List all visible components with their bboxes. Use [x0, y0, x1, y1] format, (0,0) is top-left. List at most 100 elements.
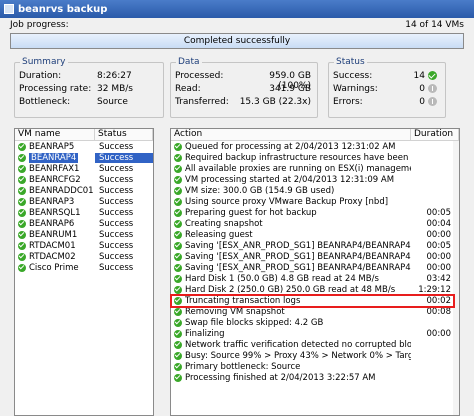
job-progress-label: Job progress:: [10, 20, 69, 30]
activity-duration: 00:05: [426, 207, 452, 218]
vm-list-item[interactable]: BEANRCFG2 Success: [15, 174, 153, 185]
activity-row[interactable]: Saving '[ESX_ANR_PROD_SG1] BEANRAP4/BEAN…: [171, 251, 459, 262]
vm-list-item[interactable]: BEANRFAX1 Success: [15, 163, 153, 174]
activity-text: All available proxies are running on ESX…: [185, 163, 411, 174]
activity-row[interactable]: Saving '[ESX_ANR_PROD_SG1] BEANRAP4/BEAN…: [171, 262, 459, 273]
column-header-action[interactable]: Action: [171, 129, 411, 140]
activity-row[interactable]: Finalizing 00:00: [171, 328, 459, 339]
vm-status: Success: [99, 141, 134, 152]
success-check-icon: [174, 142, 182, 151]
vm-list-item[interactable]: RTDACM01 Success: [15, 240, 153, 251]
vm-name-cell: BEANRFAX1: [15, 164, 95, 174]
activity-text-cell: VM processing started at 2/04/2013 12:31…: [171, 175, 411, 185]
vm-list-item[interactable]: BEANRUM1 Success: [15, 229, 153, 240]
activity-row[interactable]: Required backup infrastructure resources…: [171, 152, 459, 163]
activity-text-cell: Queued for processing at 2/04/2013 12:31…: [171, 142, 411, 152]
highlight-annotation: [170, 294, 455, 308]
activity-duration: 00:00: [426, 229, 452, 240]
activity-text-cell: Saving '[ESX_ANR_PROD_SG1] BEANRAP4/BEAN…: [171, 252, 411, 262]
success-check-icon: [18, 186, 26, 195]
success-check-icon: [18, 164, 26, 173]
activity-row[interactable]: Busy: Source 99% > Proxy 43% > Network 0…: [171, 350, 459, 361]
activity-text: Saving '[ESX_ANR_PROD_SG1] BEANRAP4/BEAN…: [185, 251, 411, 262]
success-check-icon: [18, 263, 26, 272]
summary-row-bottleneck: Bottleneck: Source: [19, 97, 159, 108]
activity-text: Creating snapshot: [185, 218, 263, 229]
activity-duration: 03:42: [426, 273, 452, 284]
vm-name: BEANRSQL1: [29, 207, 81, 218]
summary-key: Duration:: [19, 71, 62, 81]
data-value: 15.3 GB (22.3x): [239, 97, 311, 107]
vm-name-cell: Cisco Prime: [15, 263, 95, 273]
vm-name-cell: BEANRCFG2: [15, 175, 95, 185]
success-check-icon: [174, 362, 182, 371]
activity-text: Removing VM snapshot: [185, 306, 285, 317]
vm-name-cell: BEANRUM1: [15, 230, 95, 240]
activity-row[interactable]: All available proxies are running on ESX…: [171, 163, 459, 174]
column-header-duration[interactable]: Duration: [411, 129, 459, 140]
activity-panel[interactable]: Action Duration Queued for processing at…: [170, 128, 460, 416]
vm-list-item[interactable]: BEANRAP4 Success: [15, 152, 153, 163]
vm-name-cell: BEANRAP3: [15, 197, 95, 207]
vm-status: Success: [99, 196, 134, 207]
success-check-icon: [174, 329, 182, 338]
activity-row[interactable]: Creating snapshot 00:04: [171, 218, 459, 229]
vm-list-item[interactable]: BEANRADDC01 Success: [15, 185, 153, 196]
summary-row-duration: Duration: 8:26:27: [19, 71, 159, 82]
summary-group: Summary Duration: 8:26:27 Processing rat…: [14, 57, 164, 118]
column-header-status[interactable]: Status: [95, 129, 153, 140]
activity-text: VM size: 300.0 GB (154.9 GB used): [185, 185, 335, 196]
activity-text: Preparing guest for hot backup: [185, 207, 317, 218]
activity-row[interactable]: Hard Disk 1 (50.0 GB) 4.8 GB read at 24 …: [171, 273, 459, 284]
vm-list-item[interactable]: BEANRAP3 Success: [15, 196, 153, 207]
activity-text: VM processing started at 2/04/2013 12:31…: [185, 174, 395, 185]
vm-name: BEANRADDC01: [29, 185, 94, 196]
success-check-icon: [174, 164, 182, 173]
activity-row[interactable]: Saving '[ESX_ANR_PROD_SG1] BEANRAP4/BEAN…: [171, 240, 459, 251]
activity-row[interactable]: Preparing guest for hot backup 00:05: [171, 207, 459, 218]
vm-name: BEANRUM1: [29, 229, 78, 240]
activity-row[interactable]: Processing finished at 2/04/2013 3:22:57…: [171, 372, 459, 383]
activity-text-cell: Finalizing: [171, 329, 411, 339]
vm-status: Success: [99, 218, 134, 229]
vm-counter: 14 of 14 VMs: [405, 20, 464, 30]
vm-list-item[interactable]: RTDACM02 Success: [15, 251, 153, 262]
activity-text: Primary bottleneck: Source: [185, 361, 301, 372]
activity-row[interactable]: Releasing guest 00:00: [171, 229, 459, 240]
data-group: Data Processed: 959.0 GB (100%) Read: 34…: [170, 57, 318, 118]
activity-row[interactable]: Using source proxy VMware Backup Proxy […: [171, 196, 459, 207]
success-check-icon: [18, 219, 26, 228]
activity-duration: 1:29:12: [418, 284, 451, 295]
activity-row[interactable]: Primary bottleneck: Source: [171, 361, 459, 372]
activity-row[interactable]: VM size: 300.0 GB (154.9 GB used): [171, 185, 459, 196]
vm-list-panel[interactable]: VM name Status BEANRAP5 Success BEANRAP4 Su…: [14, 128, 154, 416]
success-check-icon: [174, 186, 182, 195]
activity-duration: 00:00: [426, 328, 452, 339]
activity-text: Required backup infrastructure resources…: [185, 152, 411, 163]
activity-scrollbar[interactable]: [453, 141, 459, 415]
success-check-icon: [174, 318, 182, 327]
activity-row[interactable]: Swap file blocks skipped: 4.2 GB: [171, 317, 459, 328]
vm-status: Success: [95, 152, 153, 163]
summary-legend: Summary: [20, 57, 68, 67]
data-row-processed: Processed: 959.0 GB (100%): [175, 71, 313, 91]
activity-header: Action Duration: [171, 129, 459, 141]
vm-list-item[interactable]: Cisco Prime Success: [15, 262, 153, 273]
data-value: 959.0 GB (100%): [269, 71, 311, 91]
vm-name: Cisco Prime: [29, 262, 79, 273]
activity-row[interactable]: Network traffic verification detected no…: [171, 339, 459, 350]
activity-text-cell: Swap file blocks skipped: 4.2 GB: [171, 318, 411, 328]
vm-list-item[interactable]: BEANRAP6 Success: [15, 218, 153, 229]
vm-list-item[interactable]: BEANRSQL1 Success: [15, 207, 153, 218]
vm-status: Success: [99, 163, 134, 174]
activity-text-cell: Removing VM snapshot: [171, 307, 411, 317]
activity-row[interactable]: VM processing started at 2/04/2013 12:31…: [171, 174, 459, 185]
window-title-bar[interactable]: beanrvs backup: [0, 0, 474, 18]
success-check-icon: [18, 175, 26, 184]
column-header-vm-name[interactable]: VM name: [15, 129, 95, 140]
vm-list-item[interactable]: BEANRAP5 Success: [15, 141, 153, 152]
data-row-transferred: Transferred: 15.3 GB (22.3x): [175, 97, 313, 108]
vm-status: Success: [99, 185, 134, 196]
status-row-errors: Errors: 0: [333, 97, 441, 108]
activity-row[interactable]: Queued for processing at 2/04/2013 12:31…: [171, 141, 459, 152]
